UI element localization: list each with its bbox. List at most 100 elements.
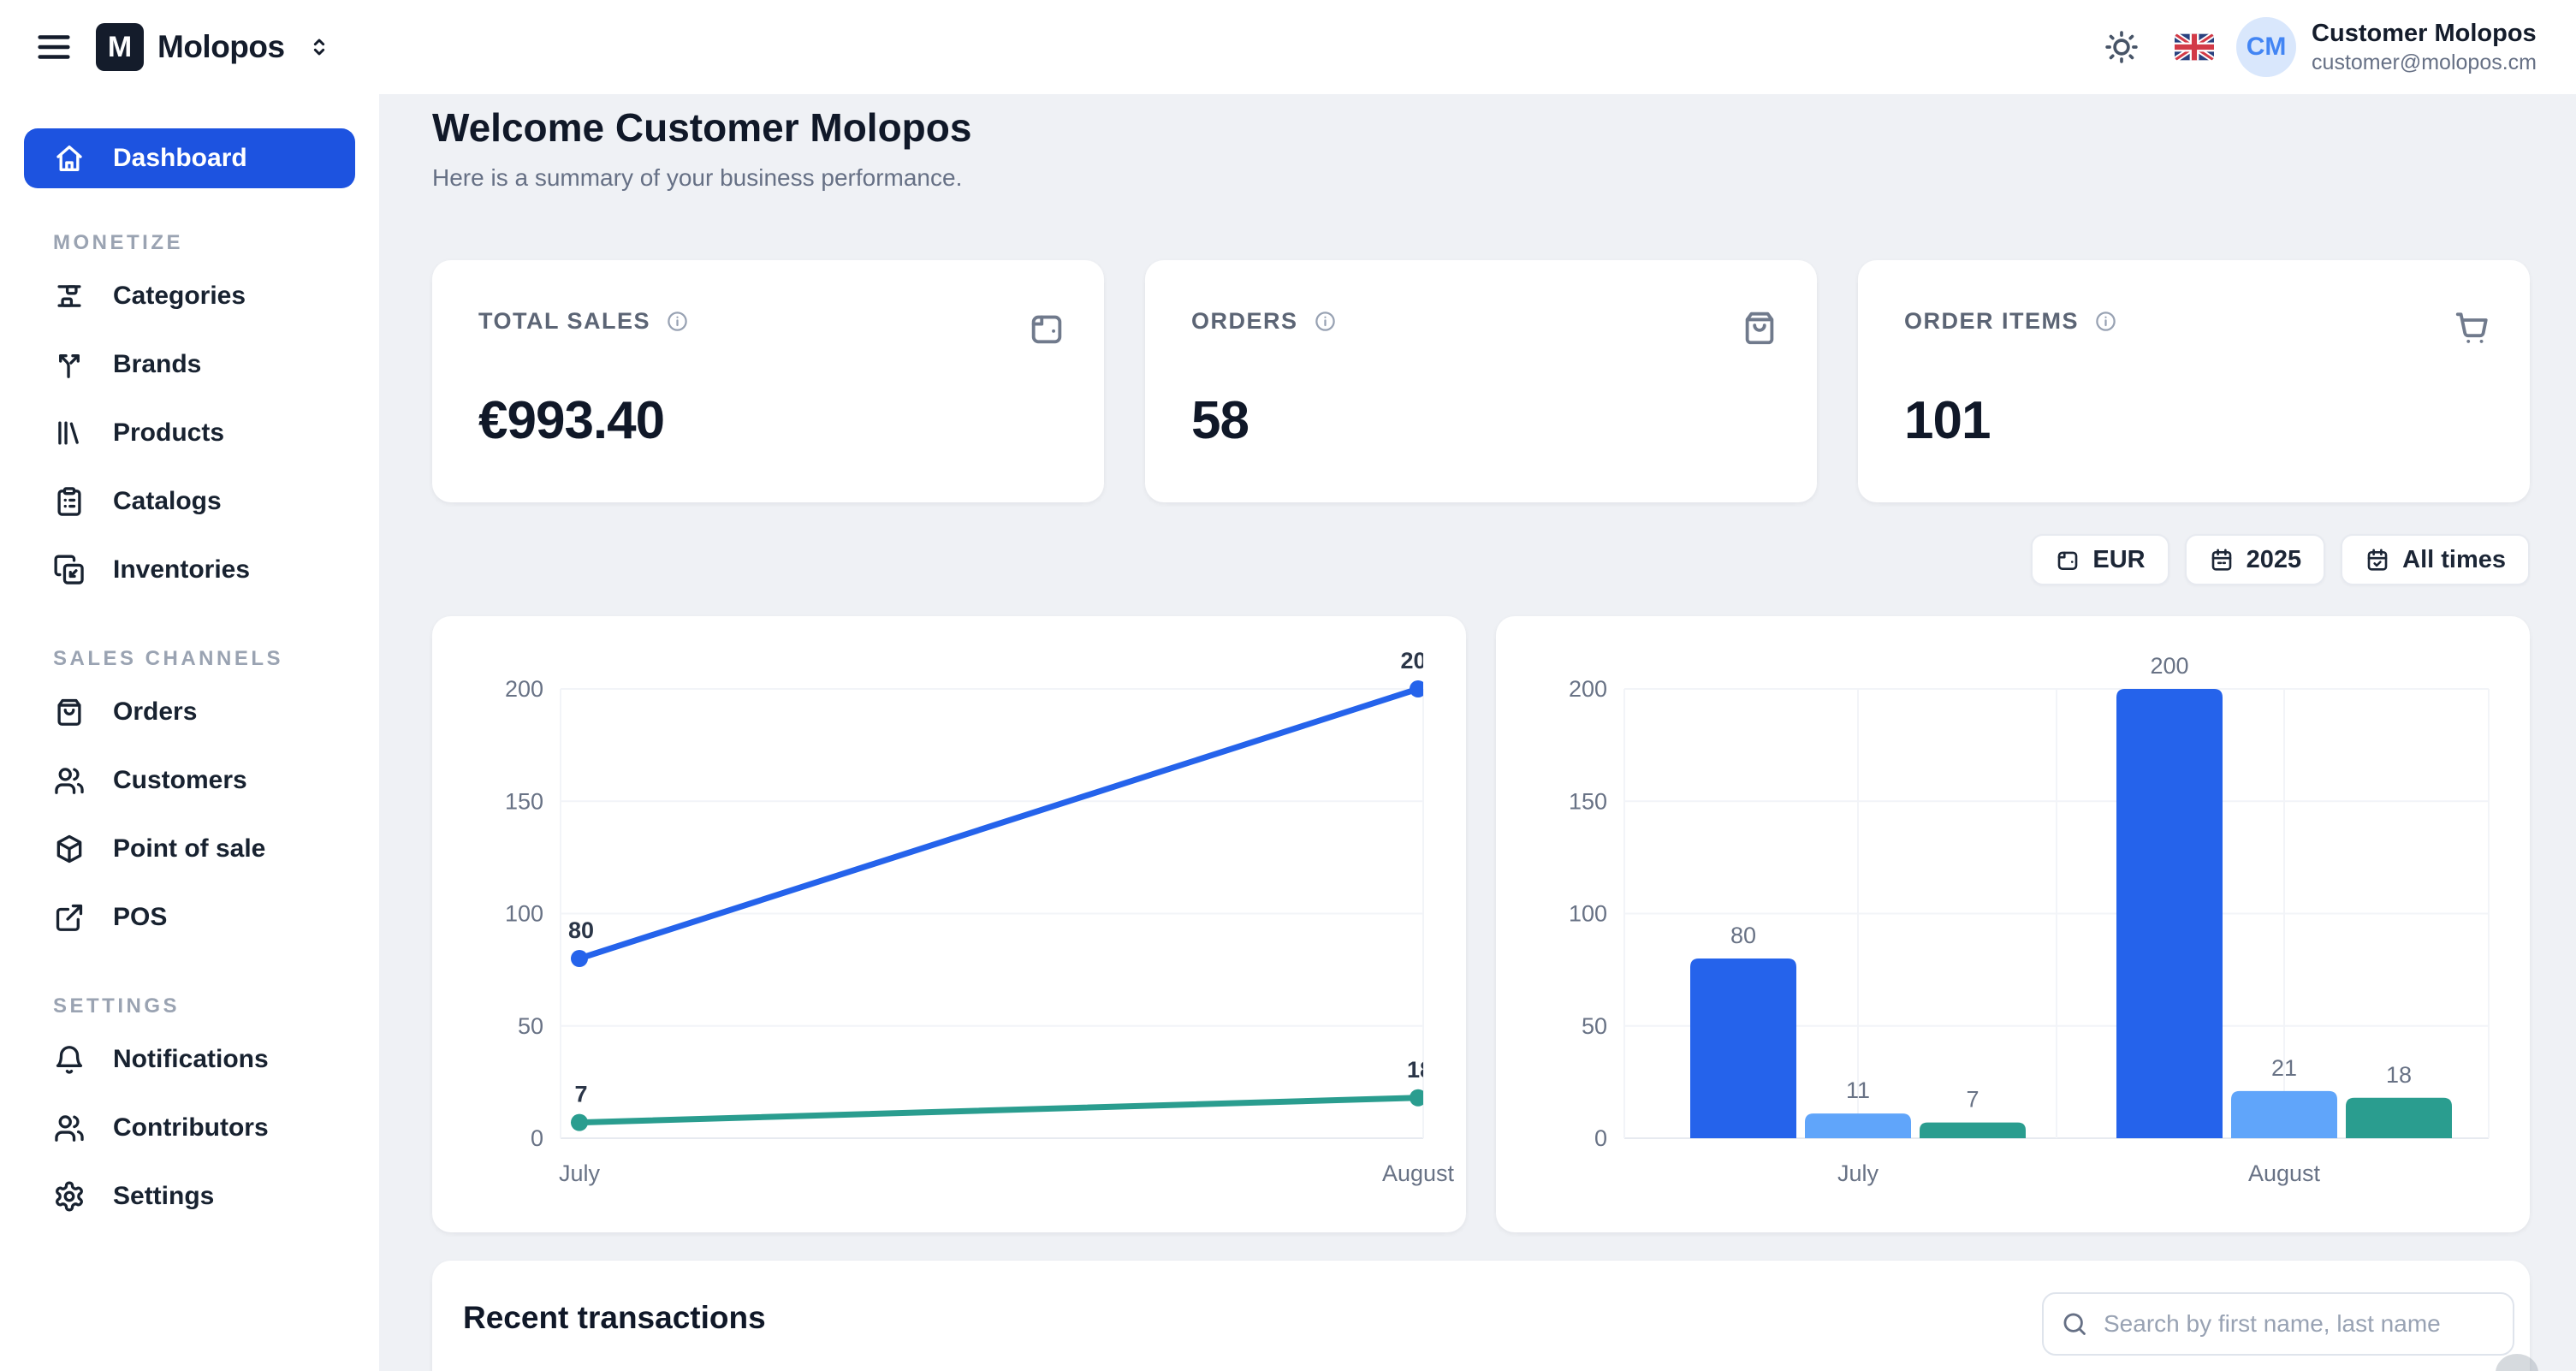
inventories-icon (53, 554, 86, 586)
sidebar-item-point-of-sale[interactable]: Point of sale (24, 815, 355, 883)
sidebar-item-orders[interactable]: Orders (24, 678, 355, 746)
svg-text:50: 50 (518, 1013, 543, 1039)
sidebar-item-label: Catalogs (113, 487, 222, 516)
sidebar-group-settings: Notifications Contributors Settings (24, 1025, 355, 1231)
sidebar-item-settings[interactable]: Settings (24, 1162, 355, 1231)
sidebar-section-sales-channels: SALES CHANNELS (53, 647, 355, 671)
sidebar-item-inventories[interactable]: Inventories (24, 536, 355, 604)
svg-text:7: 7 (1966, 1087, 1979, 1113)
info-icon[interactable] (666, 310, 689, 333)
wallet-icon (1027, 308, 1066, 347)
topbar-actions: CM Customer Molopos customer@molopos.cm (2103, 17, 2537, 77)
page-subtitle: Here is a summary of your business perfo… (432, 164, 2530, 192)
sun-icon[interactable] (2103, 28, 2140, 66)
bell-icon (53, 1043, 86, 1076)
calendar-icon (2209, 547, 2235, 573)
svg-text:July: July (559, 1160, 601, 1186)
sidebar-item-label: Point of sale (113, 834, 265, 864)
sidebar-section-settings: SETTINGS (53, 994, 355, 1018)
order-items-value: 101 (1904, 390, 2492, 451)
sidebar-item-products[interactable]: Products (24, 399, 355, 467)
sidebar-item-pos[interactable]: POS (24, 883, 355, 952)
sidebar-item-label: Categories (113, 282, 246, 311)
svg-text:18: 18 (2386, 1062, 2412, 1088)
wallet-icon (2055, 547, 2080, 573)
info-icon[interactable] (2094, 310, 2117, 333)
recent-transactions-card: Recent transactions (432, 1261, 2530, 1371)
svg-text:50: 50 (1582, 1013, 1607, 1039)
sidebar-item-categories[interactable]: Categories (24, 262, 355, 330)
calendar-check-icon (2365, 547, 2390, 573)
transactions-search (2042, 1292, 2514, 1356)
filter-year-button[interactable]: 2025 (2185, 534, 2326, 585)
filter-period-button[interactable]: All times (2341, 534, 2530, 585)
recent-transactions-title: Recent transactions (463, 1300, 766, 1336)
sidebar-item-label: Products (113, 418, 224, 448)
home-icon (53, 142, 86, 175)
sidebar-item-label: Notifications (113, 1045, 269, 1074)
stat-card-label: ORDER ITEMS (1904, 308, 2079, 335)
sidebar-item-brands[interactable]: Brands (24, 330, 355, 399)
svg-text:100: 100 (1569, 901, 1607, 927)
filters-row: EUR 2025 All times (432, 534, 2530, 585)
menu-icon[interactable] (34, 27, 74, 67)
svg-text:80: 80 (568, 917, 594, 943)
svg-text:150: 150 (505, 788, 543, 814)
sidebar-item-dashboard[interactable]: Dashboard (24, 128, 355, 188)
shopping-cart-icon (2453, 308, 2492, 347)
svg-text:150: 150 (1569, 788, 1607, 814)
sidebar-item-customers[interactable]: Customers (24, 746, 355, 815)
shopping-bag-icon (1740, 308, 1779, 347)
avatar[interactable]: CM (2236, 17, 2296, 77)
svg-text:200: 200 (2150, 653, 2188, 679)
svg-text:11: 11 (1846, 1077, 1870, 1103)
sales-line-chart: 05010015020080200718JulyAugust (432, 616, 1466, 1232)
order-items-card: ORDER ITEMS 101 (1858, 260, 2530, 502)
svg-text:18: 18 (1407, 1057, 1433, 1083)
sidebar-item-label: Dashboard (113, 144, 247, 173)
sidebar-item-label: Brands (113, 350, 201, 379)
shopping-bag-icon (53, 696, 86, 728)
user-email: customer@molopos.cm (2312, 50, 2537, 76)
sidebar-item-label: Customers (113, 766, 247, 795)
svg-text:July: July (1837, 1160, 1879, 1186)
sidebar-section-monetize: MONETIZE (53, 231, 355, 255)
page-title: Welcome Customer Molopos (432, 104, 2530, 151)
total-sales-value: €993.40 (478, 390, 1066, 451)
svg-text:100: 100 (505, 901, 543, 927)
chevrons-up-down-icon[interactable] (306, 33, 333, 61)
svg-text:200: 200 (1400, 648, 1439, 674)
sidebar-group-monetize: Categories Brands Products Catalogs (24, 262, 355, 604)
users-icon (53, 1112, 86, 1144)
svg-text:7: 7 (574, 1082, 587, 1107)
stat-card-label: TOTAL SALES (478, 308, 650, 335)
brand-initial: M (108, 31, 132, 64)
stat-cards-row: TOTAL SALES €993.40 ORDERS (432, 260, 2530, 502)
sidebar-item-contributors[interactable]: Contributors (24, 1094, 355, 1162)
svg-text:0: 0 (1594, 1125, 1607, 1151)
sales-line-chart-card: 05010015020080200718JulyAugust (432, 616, 1466, 1232)
svg-text:200: 200 (505, 676, 543, 702)
filter-currency-button[interactable]: EUR (2031, 534, 2169, 585)
svg-text:August: August (1382, 1160, 1455, 1186)
svg-text:21: 21 (2271, 1055, 2297, 1081)
svg-text:200: 200 (1569, 676, 1607, 702)
user-block[interactable]: Customer Molopos customer@molopos.cm (2312, 18, 2537, 76)
transactions-search-input[interactable] (2042, 1292, 2514, 1356)
sidebar-item-catalogs[interactable]: Catalogs (24, 467, 355, 536)
main-content: Welcome Customer Molopos Here is a summa… (379, 94, 2576, 1371)
svg-text:80: 80 (1730, 923, 1756, 948)
gear-icon (53, 1180, 86, 1213)
charts-row: 05010015020080200718JulyAugust 050100150… (432, 616, 2530, 1232)
orders-card: ORDERS 58 (1145, 260, 1817, 502)
info-icon[interactable] (1314, 310, 1337, 333)
sidebar-item-label: Inventories (113, 555, 250, 585)
sidebar-item-notifications[interactable]: Notifications (24, 1025, 355, 1094)
categories-icon (53, 280, 86, 312)
sidebar-item-label: Orders (113, 697, 197, 727)
products-icon (53, 417, 86, 449)
sidebar-group-sales-channels: Orders Customers Point of sale POS (24, 678, 355, 952)
sales-bar-chart: 050100150200802001121718JulyAugust (1496, 616, 2530, 1232)
uk-flag-icon[interactable] (2175, 33, 2214, 61)
sidebar-item-label: Contributors (113, 1113, 269, 1142)
